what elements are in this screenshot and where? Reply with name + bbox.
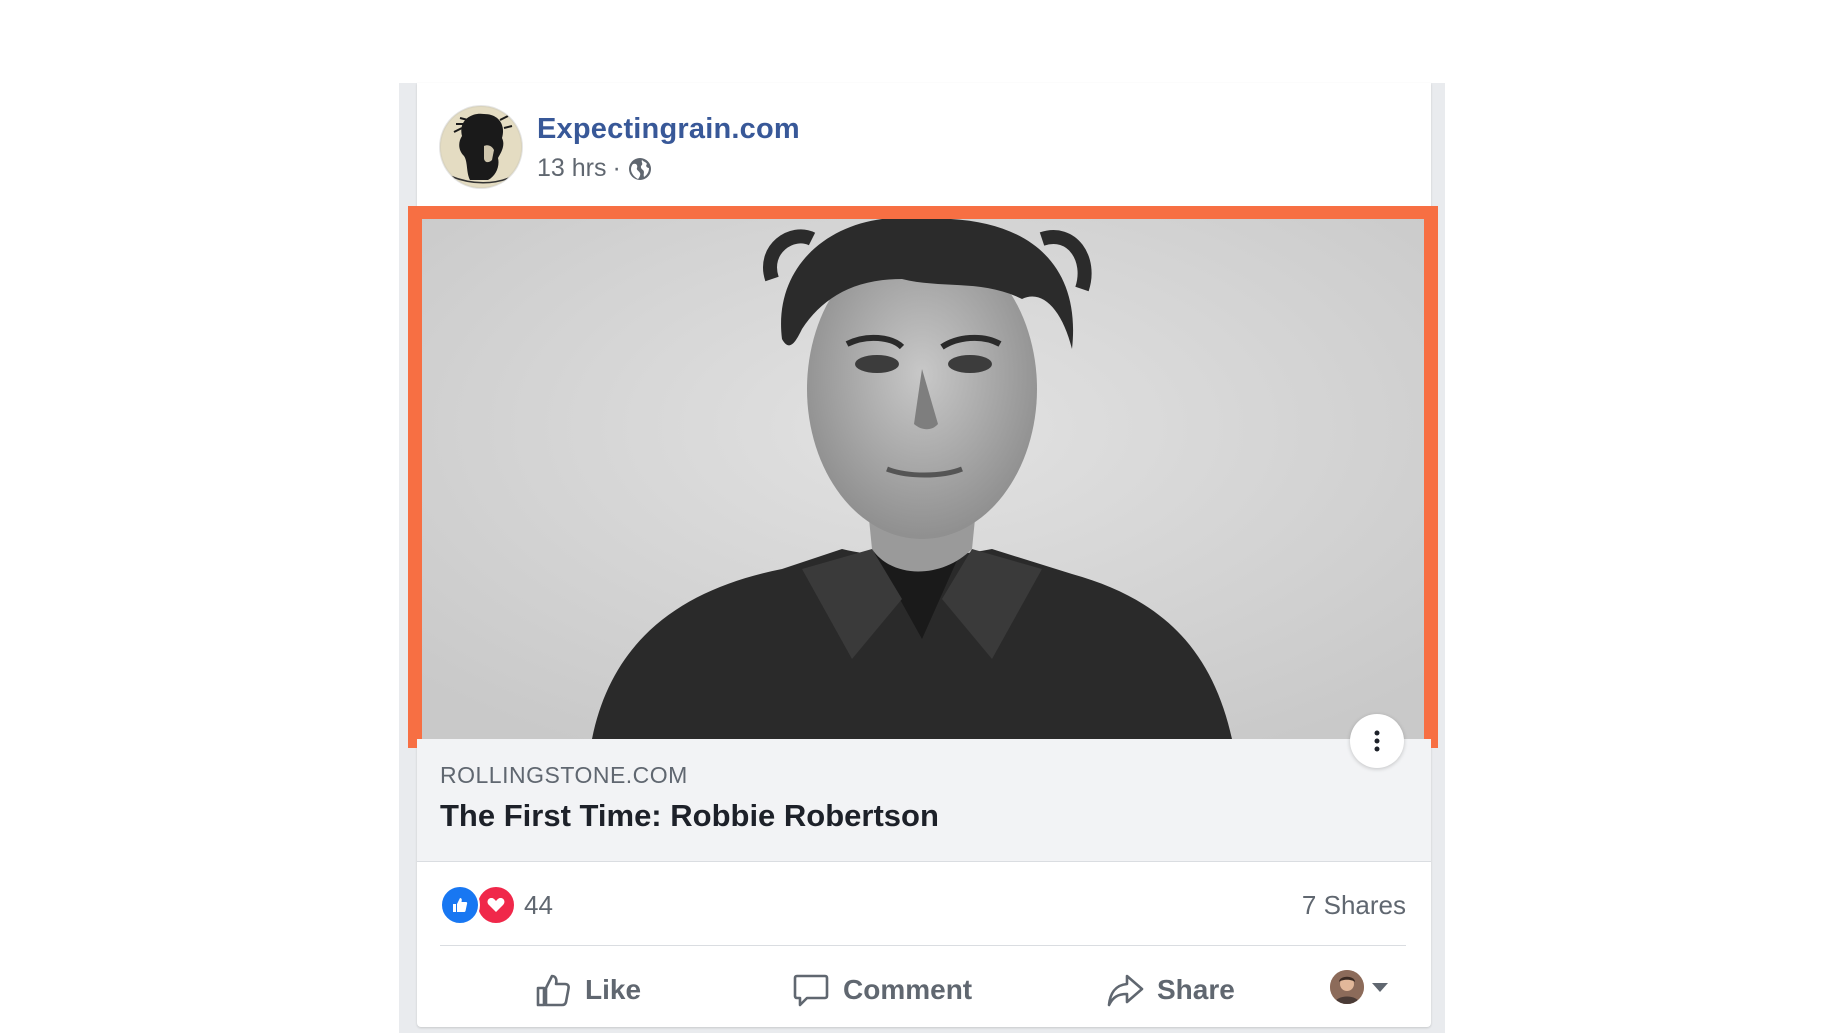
thumbs-up-icon — [536, 974, 570, 1007]
comment-label: Comment — [843, 974, 973, 1005]
page-name-link[interactable]: Expectingrain.com — [537, 113, 800, 146]
comment-icon — [793, 974, 829, 1007]
love-reaction-icon — [476, 885, 516, 925]
post-timestamp[interactable]: 13 hrs — [537, 154, 606, 183]
like-reaction-icon — [440, 885, 480, 925]
portrait-photo — [422, 219, 1424, 739]
link-preview-image[interactable] — [422, 219, 1424, 739]
silhouette-avatar-image — [440, 106, 522, 188]
more-options-button[interactable] — [1350, 714, 1404, 768]
link-domain: ROLLINGSTONE.COM — [440, 762, 688, 788]
shares-count[interactable]: 7 Shares — [1302, 890, 1406, 921]
globe-icon[interactable] — [627, 156, 653, 182]
comment-button[interactable]: Comment — [791, 965, 972, 1015]
meta-separator: · — [612, 154, 621, 182]
actions-divider — [440, 945, 1406, 946]
share-button[interactable]: Share — [1105, 965, 1235, 1015]
like-button[interactable]: Like — [533, 965, 641, 1015]
share-arrow-icon — [1107, 974, 1144, 1007]
reaction-count: 44 — [524, 889, 553, 920]
reactions-summary[interactable]: 44 — [440, 885, 553, 925]
like-label: Like — [585, 974, 642, 1005]
link-title[interactable]: The First Time: Robbie Robertson — [440, 798, 939, 834]
react-as-selector[interactable] — [1330, 970, 1388, 1004]
chevron-down-icon — [1372, 982, 1388, 992]
user-avatar — [1330, 970, 1364, 1004]
more-vertical-icon — [1374, 730, 1380, 752]
page-avatar[interactable] — [440, 106, 522, 188]
post-meta: 13 hrs · — [537, 154, 653, 183]
share-label: Share — [1157, 974, 1235, 1005]
